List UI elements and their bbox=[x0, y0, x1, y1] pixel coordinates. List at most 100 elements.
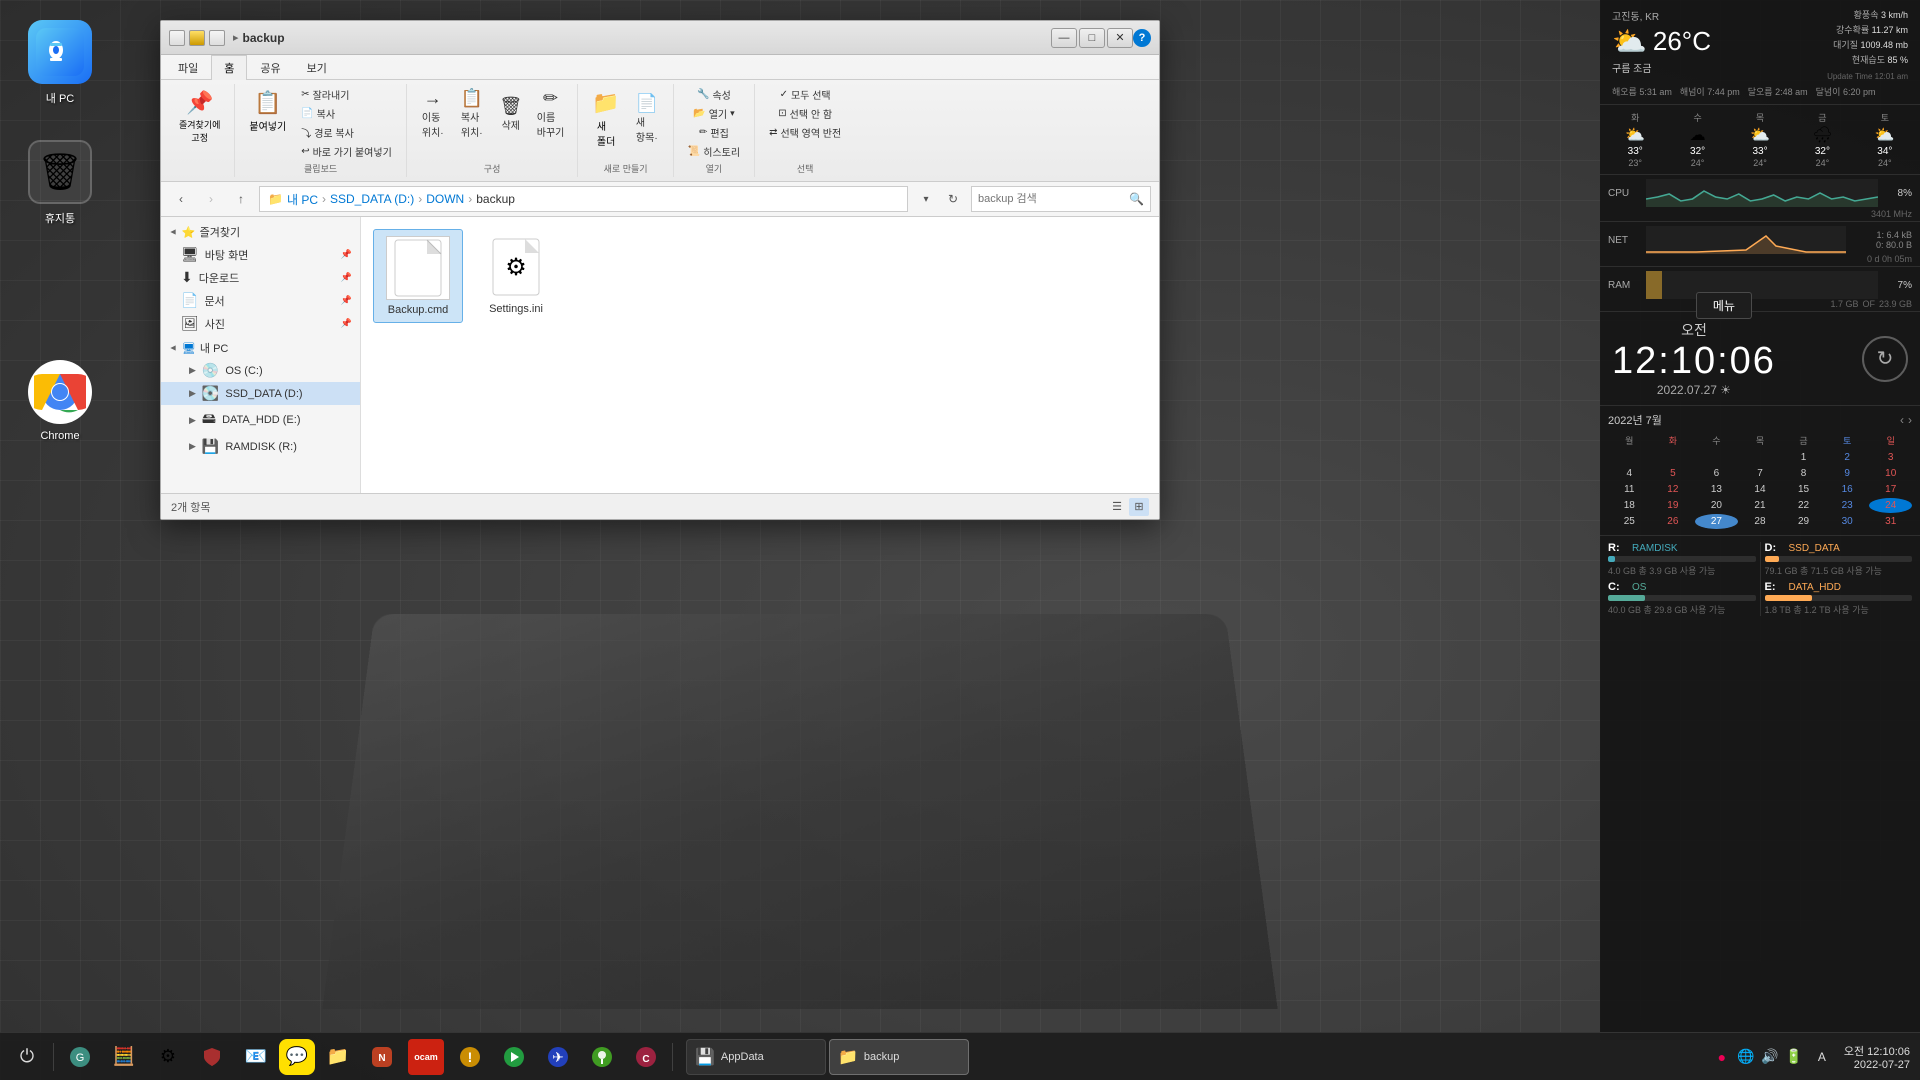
sidebar-item-downloads[interactable]: ⬇ 다운로드 📌 bbox=[161, 266, 360, 289]
cal-day-13[interactable]: 13 bbox=[1695, 482, 1738, 497]
taskbar-alert-button[interactable]: ! bbox=[449, 1037, 491, 1077]
sidebar-item-d[interactable]: ▶ 💽 SSD_DATA (D:) bbox=[161, 382, 360, 405]
copy-to-button[interactable]: 📋 복사위치· bbox=[454, 86, 490, 142]
search-box[interactable]: 🔍 bbox=[971, 186, 1151, 212]
taskbar-play-button[interactable] bbox=[493, 1037, 535, 1077]
sidebar-item-c[interactable]: ▶ 💿 OS (C:) bbox=[161, 359, 360, 382]
rename-button[interactable]: ✏ 이름바꾸기 bbox=[532, 86, 570, 142]
cal-day-22[interactable]: 22 bbox=[1782, 498, 1825, 513]
close-button[interactable]: ✕ bbox=[1107, 28, 1133, 48]
cal-day-31[interactable]: 31 bbox=[1869, 514, 1912, 529]
taskbar-power-button[interactable]: ⏻ bbox=[6, 1037, 48, 1077]
delete-button[interactable]: 🗑 삭제 bbox=[493, 94, 529, 135]
taskbar-app2-button[interactable]: C bbox=[625, 1037, 667, 1077]
help-button[interactable]: ? bbox=[1133, 29, 1151, 47]
menu-button[interactable]: 메뉴 bbox=[1696, 292, 1752, 319]
move-button[interactable]: → 이동위치· bbox=[415, 86, 451, 142]
cal-day-26[interactable]: 26 bbox=[1652, 514, 1695, 529]
minimize-button[interactable]: — bbox=[1051, 28, 1077, 48]
taskbar-star-button[interactable]: ✈ bbox=[537, 1037, 579, 1077]
cal-day-16[interactable]: 16 bbox=[1826, 482, 1869, 497]
finder-icon[interactable]: 내 PC bbox=[20, 20, 100, 106]
cal-day-11[interactable]: 11 bbox=[1608, 482, 1651, 497]
new-item-button[interactable]: 📄 새항목· bbox=[629, 91, 665, 147]
up-button[interactable]: ↑ bbox=[229, 187, 253, 211]
history-button[interactable]: 📜 히스토리 bbox=[682, 143, 746, 160]
cal-day-18[interactable]: 18 bbox=[1608, 498, 1651, 513]
cal-day-12[interactable]: 12 bbox=[1652, 482, 1695, 497]
cal-day-20[interactable]: 20 bbox=[1695, 498, 1738, 513]
pin-button[interactable]: 📌 즐겨찾기에고정 bbox=[173, 86, 226, 148]
sidebar-item-photos[interactable]: 🖼 사진 📌 bbox=[161, 312, 360, 335]
cut-button[interactable]: ✂ 잘라내기 bbox=[295, 86, 398, 103]
cal-day-3[interactable]: 3 bbox=[1869, 450, 1912, 465]
detail-view-button[interactable]: ☰ bbox=[1107, 498, 1127, 516]
cal-day-19[interactable]: 19 bbox=[1652, 498, 1695, 513]
cal-day-4[interactable]: 4 bbox=[1608, 466, 1651, 481]
address-path[interactable]: 📁 내 PC › SSD_DATA (D:) › DOWN › backup bbox=[259, 186, 908, 212]
trash-icon[interactable]: 🗑 휴지통 bbox=[20, 140, 100, 226]
cal-day-17[interactable]: 17 bbox=[1869, 482, 1912, 497]
refresh-clock-button[interactable]: ↻ bbox=[1862, 336, 1908, 382]
taskbar-mail-button[interactable]: 📧 bbox=[235, 1037, 277, 1077]
icon-view-button[interactable]: ⊞ bbox=[1129, 498, 1149, 516]
cal-prev-button[interactable]: ‹ bbox=[1900, 413, 1904, 427]
cal-day-29[interactable]: 29 bbox=[1782, 514, 1825, 529]
dropdown-button[interactable]: ▾ bbox=[914, 187, 938, 211]
cal-day-27-today[interactable]: 27 bbox=[1695, 514, 1738, 529]
new-folder-button[interactable]: 📁 새폴더 bbox=[586, 86, 625, 152]
paste-shortcut-button[interactable]: ↩ 바로 가기 붙여넣기 bbox=[295, 143, 398, 160]
file-item-settings-ini[interactable]: ⚙ Settings.ini bbox=[471, 229, 561, 323]
taskbar-shield-button[interactable] bbox=[191, 1037, 233, 1077]
taskbar-files-button[interactable]: 📁 bbox=[317, 1037, 359, 1077]
paste-button[interactable]: 📋 붙여넣기 bbox=[243, 86, 292, 137]
taskbar-settings-button[interactable]: ⚙ bbox=[147, 1037, 189, 1077]
tab-file[interactable]: 파일 bbox=[165, 55, 211, 80]
tray-network-icon[interactable]: 🌐 bbox=[1736, 1047, 1756, 1067]
copy-path-button[interactable]: ⤵ 경로 복사 bbox=[295, 124, 398, 141]
mypc-header[interactable]: ▼ 🖥 내 PC bbox=[161, 337, 360, 359]
cal-day-6[interactable]: 6 bbox=[1695, 466, 1738, 481]
taskbar-backup-window[interactable]: 📁 backup bbox=[829, 1039, 969, 1075]
search-input[interactable] bbox=[978, 193, 1125, 205]
tray-lang-icon[interactable]: A bbox=[1808, 1047, 1836, 1067]
open-button[interactable]: 📂 열기 ▾ bbox=[687, 105, 740, 122]
cal-day-15[interactable]: 15 bbox=[1782, 482, 1825, 497]
copy-button[interactable]: 📄 복사 bbox=[295, 105, 398, 122]
cal-day-24[interactable]: 24 bbox=[1869, 498, 1912, 513]
cal-day-5[interactable]: 5 bbox=[1652, 466, 1695, 481]
select-none-button[interactable]: ⊡ 선택 안 함 bbox=[772, 105, 838, 122]
taskbar-map-button[interactable] bbox=[581, 1037, 623, 1077]
cal-day-1[interactable]: 1 bbox=[1782, 450, 1825, 465]
taskbar-calc-button[interactable]: 🧮 bbox=[103, 1037, 145, 1077]
tab-view[interactable]: 보기 bbox=[294, 55, 340, 80]
sidebar-item-r[interactable]: ▶ 💾 RAMDISK (R:) bbox=[161, 435, 360, 458]
cal-day-14[interactable]: 14 bbox=[1739, 482, 1782, 497]
sidebar-item-docs[interactable]: 📄 문서 📌 bbox=[161, 289, 360, 312]
taskbar-apps-button[interactable]: G bbox=[59, 1037, 101, 1077]
cal-day-30[interactable]: 30 bbox=[1826, 514, 1869, 529]
cal-day-2[interactable]: 2 bbox=[1826, 450, 1869, 465]
cal-day-9[interactable]: 9 bbox=[1826, 466, 1869, 481]
cal-day-21[interactable]: 21 bbox=[1739, 498, 1782, 513]
favorites-header[interactable]: ▼ ⭐ 즐겨찾기 bbox=[161, 221, 360, 243]
file-item-backup-cmd[interactable]: Backup.cmd bbox=[373, 229, 463, 323]
taskbar-game-button[interactable]: N bbox=[361, 1037, 403, 1077]
maximize-button[interactable]: □ bbox=[1079, 28, 1105, 48]
cal-day-7[interactable]: 7 bbox=[1739, 466, 1782, 481]
refresh-button[interactable]: ↻ bbox=[941, 187, 965, 211]
tray-volume-icon[interactable]: 🔊 bbox=[1760, 1047, 1780, 1067]
edit-button[interactable]: ✏ 편집 bbox=[693, 124, 735, 141]
tab-home[interactable]: 홈 bbox=[211, 55, 247, 80]
tray-clock[interactable]: 오전 12:10:06 2022-07-27 bbox=[1844, 1043, 1910, 1071]
cal-day-25[interactable]: 25 bbox=[1608, 514, 1651, 529]
invert-selection-button[interactable]: ⇄ 선택 영역 반전 bbox=[763, 124, 847, 141]
chrome-icon[interactable]: Chrome bbox=[20, 360, 100, 442]
cal-day-10[interactable]: 10 bbox=[1869, 466, 1912, 481]
tray-battery-icon[interactable]: 🔋 bbox=[1784, 1047, 1804, 1067]
cal-day-23[interactable]: 23 bbox=[1826, 498, 1869, 513]
taskbar-kakao-button[interactable]: 💬 bbox=[279, 1039, 315, 1075]
properties-button[interactable]: 🔧 속성 bbox=[691, 86, 737, 103]
cal-next-button[interactable]: › bbox=[1908, 413, 1912, 427]
sidebar-item-desktop[interactable]: 🖥 바탕 화면 📌 bbox=[161, 243, 360, 266]
